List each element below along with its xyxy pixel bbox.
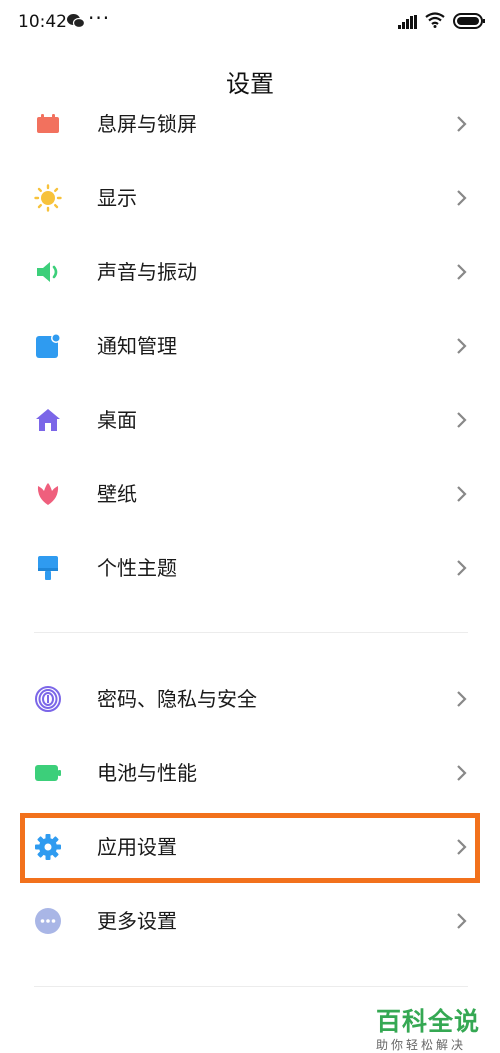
setting-desktop[interactable]: 桌面 <box>0 383 500 457</box>
battery-icon <box>453 13 485 33</box>
watermark-title: 百科全说 <box>376 1007 481 1036</box>
tulip-icon <box>34 480 62 508</box>
signal-icon <box>398 14 418 33</box>
setting-themes[interactable]: 个性主题 <box>0 531 500 605</box>
setting-label: 密码、隐私与安全 <box>97 687 257 711</box>
sun-icon <box>34 184 62 212</box>
chevron-right-icon <box>455 559 469 577</box>
setting-label: 桌面 <box>97 408 137 432</box>
status-time: 10:42 <box>18 12 67 32</box>
chevron-right-icon <box>455 485 469 503</box>
more-icon <box>34 907 62 935</box>
speaker-icon <box>34 258 62 286</box>
chevron-right-icon <box>455 337 469 355</box>
setting-display[interactable]: 显示 <box>0 161 500 235</box>
section-divider <box>34 986 468 987</box>
setting-label: 显示 <box>97 186 137 210</box>
chevron-right-icon <box>455 115 469 133</box>
setting-label: 声音与振动 <box>97 260 197 284</box>
setting-label: 通知管理 <box>97 334 177 358</box>
setting-lock-screen[interactable]: 息屏与锁屏 <box>0 87 500 161</box>
lock-screen-icon <box>34 110 62 138</box>
fingerprint-icon <box>34 685 62 713</box>
chevron-right-icon <box>455 764 469 782</box>
brush-icon <box>34 554 62 582</box>
setting-label: 息屏与锁屏 <box>97 112 197 136</box>
chevron-right-icon <box>455 411 469 429</box>
section-divider <box>34 632 468 633</box>
setting-label: 壁纸 <box>97 482 137 506</box>
chevron-right-icon <box>455 263 469 281</box>
setting-privacy-security[interactable]: 密码、隐私与安全 <box>0 662 500 736</box>
battery-icon <box>34 759 62 787</box>
setting-label: 个性主题 <box>97 556 177 580</box>
setting-sound[interactable]: 声音与振动 <box>0 235 500 309</box>
notification-icon <box>34 332 62 360</box>
setting-label: 电池与性能 <box>97 761 197 785</box>
watermark-subtitle: 助你轻松解决 <box>376 1038 467 1052</box>
more-notifications-icon: ··· <box>88 6 111 30</box>
home-icon <box>34 406 62 434</box>
status-bar: 10:42 ··· <box>0 0 500 44</box>
highlight-box <box>20 813 480 883</box>
setting-label: 更多设置 <box>97 909 177 933</box>
wechat-icon <box>66 13 86 33</box>
setting-wallpaper[interactable]: 壁纸 <box>0 457 500 531</box>
setting-battery-performance[interactable]: 电池与性能 <box>0 736 500 810</box>
wifi-icon <box>425 12 445 32</box>
setting-notifications[interactable]: 通知管理 <box>0 309 500 383</box>
chevron-right-icon <box>455 690 469 708</box>
chevron-right-icon <box>455 912 469 930</box>
setting-more[interactable]: 更多设置 <box>0 884 500 958</box>
watermark: 百科全说 助你轻松解决 <box>376 1008 486 1053</box>
chevron-right-icon <box>455 189 469 207</box>
